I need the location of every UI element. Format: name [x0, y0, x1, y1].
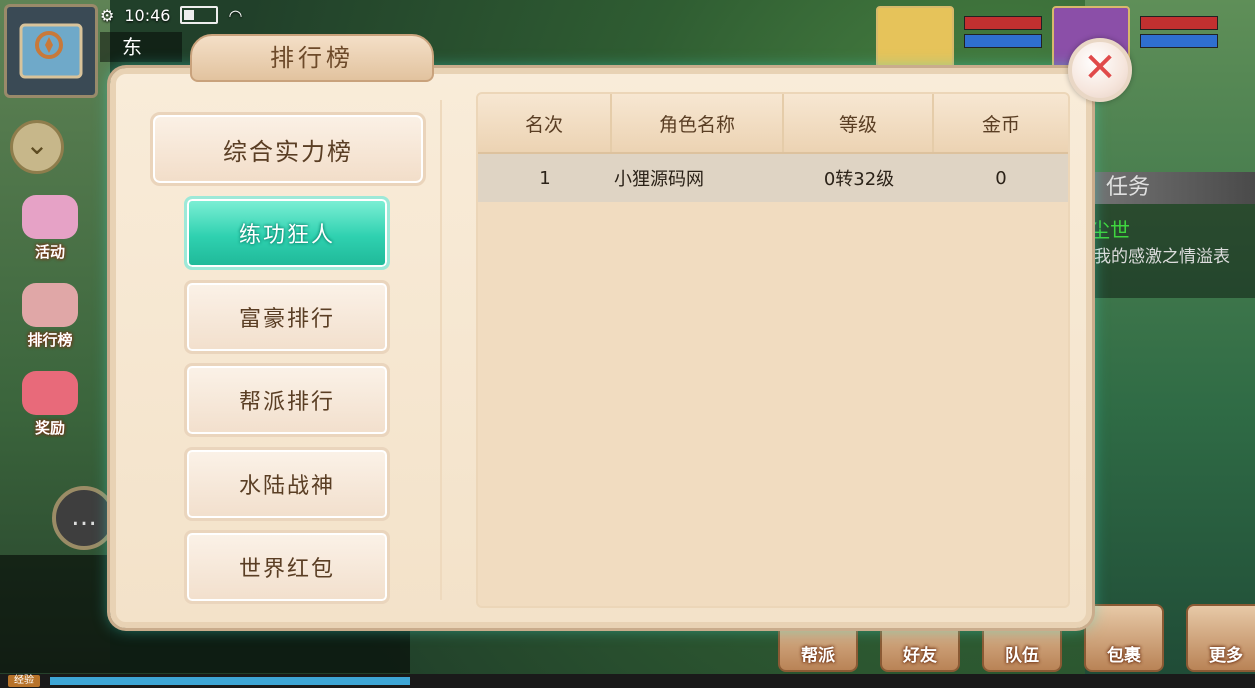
cell-level: 0转32级: [823, 169, 895, 190]
collapse-chevron-icon[interactable]: ⌄: [10, 120, 64, 174]
tab-label: 帮派排行: [238, 390, 335, 415]
chat-bubble-icon: …: [71, 502, 97, 532]
side-item-label: 奖励: [34, 419, 65, 437]
ranking-table: 名次 角色名称 等级 金币 1 小狸源码网 0转32级 0: [476, 92, 1070, 608]
exp-fill: [50, 677, 410, 685]
tab-overall-strength[interactable]: 综合实力榜: [150, 112, 426, 186]
column-header-name: 角色名称: [612, 94, 784, 152]
side-item-activity[interactable]: 活动: [10, 194, 90, 262]
ranking-scroll-icon: [22, 283, 78, 327]
chat-button[interactable]: …: [52, 486, 116, 550]
dialog-title-plate: 排行榜: [190, 34, 434, 82]
side-item-ranking[interactable]: 排行榜: [10, 282, 90, 350]
tab-label: 练功狂人: [238, 223, 335, 248]
column-header-level: 等级: [784, 94, 934, 152]
tab-guild-ranking[interactable]: 帮派排行: [184, 363, 390, 437]
gear-icon[interactable]: ⚙: [100, 6, 114, 25]
map-icon: [19, 23, 83, 79]
cell-rank: 1: [539, 167, 551, 189]
experience-bar: 经验: [0, 674, 1255, 688]
sidebar-divider: [440, 100, 442, 600]
tab-label: 综合实力榜: [223, 137, 353, 166]
cell-name: 小狸源码网: [614, 169, 704, 190]
gift-icon: [22, 371, 78, 415]
game-background-right: [1085, 0, 1255, 688]
tab-training-maniac[interactable]: 练功狂人: [184, 196, 390, 270]
close-icon: ✕: [1083, 45, 1117, 91]
tab-label: 世界红包: [238, 557, 335, 582]
column-header-rank: 名次: [478, 94, 612, 152]
table-row[interactable]: 1 小狸源码网 0转32级 0: [478, 154, 1068, 202]
close-button[interactable]: ✕: [1068, 38, 1132, 102]
tab-wealth-ranking[interactable]: 富豪排行: [184, 280, 390, 354]
column-header-gold: 金币: [981, 113, 1020, 136]
bag-button[interactable]: 包裹: [1084, 604, 1164, 672]
side-item-label: 活动: [34, 243, 65, 261]
mp-bar: [964, 34, 1042, 48]
more-button[interactable]: 更多: [1186, 604, 1255, 672]
side-menu: ⌄ 活动 排行榜 奖励: [10, 120, 90, 438]
side-item-label: 排行榜: [27, 331, 73, 349]
task-title: 任务: [1066, 172, 1255, 204]
mp-bar: [1140, 34, 1218, 48]
horn-icon: [22, 195, 78, 239]
cell-gold: 0: [995, 167, 1007, 189]
player-status-bars: [1140, 16, 1218, 80]
status-bar: ⚙ 10:46 ◠: [100, 3, 242, 27]
tab-world-red-packet[interactable]: 世界红包: [184, 530, 390, 604]
side-item-reward[interactable]: 奖励: [10, 370, 90, 438]
hp-bar: [1140, 16, 1218, 30]
clock-time: 10:46: [124, 5, 171, 25]
dialog-title: 排行榜: [270, 44, 354, 72]
hp-bar: [964, 16, 1042, 30]
wifi-icon: ◠: [228, 5, 243, 25]
exp-label: 经验: [8, 675, 40, 687]
tab-land-water-war-god[interactable]: 水陆战神: [184, 447, 390, 521]
location-label: 东: [100, 32, 182, 62]
battery-icon: [180, 6, 219, 24]
map-button[interactable]: [4, 4, 98, 98]
tab-label: 水陆战神: [238, 474, 335, 499]
tab-label: 富豪排行: [238, 307, 335, 332]
table-header: 名次 角色名称 等级 金币: [478, 94, 1068, 154]
